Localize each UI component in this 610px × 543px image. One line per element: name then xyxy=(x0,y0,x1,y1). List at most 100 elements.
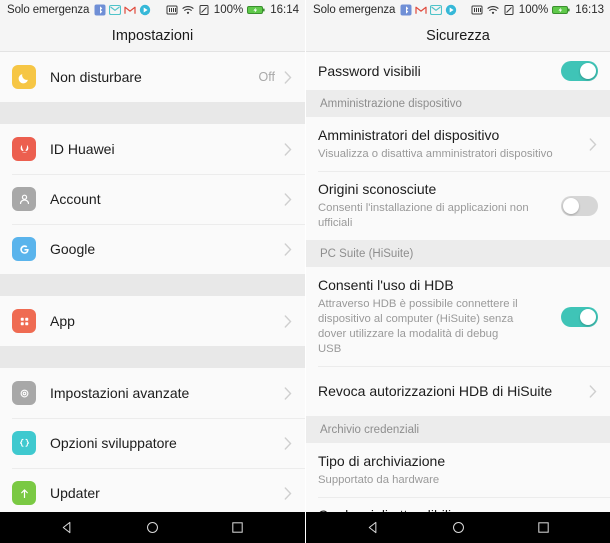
clock-label: 16:13 xyxy=(575,4,604,16)
account-person-icon xyxy=(12,187,36,211)
row-label: Tipo di archiviazione xyxy=(318,453,446,469)
section-header-pcsuite: PC Suite (HiSuite) xyxy=(306,240,610,267)
navigation-bar-left[interactable] xyxy=(0,512,305,543)
email-icon xyxy=(109,4,122,16)
carrier-label: Solo emergenza xyxy=(7,4,90,16)
row-amministratori-dispositivo[interactable]: Amministratori del dispositivo Visualizz… xyxy=(306,117,610,171)
chevron-right-icon xyxy=(586,384,600,398)
section-header-amministrazione: Amministrazione dispositivo xyxy=(306,90,610,117)
section-header-label: Archivio credenziali xyxy=(320,424,420,436)
chevron-right-icon xyxy=(281,242,295,256)
status-bar-left: Solo emergenza 100% 16:14 xyxy=(0,0,305,20)
page-title-settings: Impostazioni xyxy=(0,20,305,52)
status-bar-right: Solo emergenza 100% 16:13 xyxy=(306,0,610,20)
sidebar-item-label: Non disturbare xyxy=(50,68,142,85)
dual-screenshot: Solo emergenza 100% 16:14 Impostazioni N… xyxy=(0,0,610,543)
chevron-right-icon xyxy=(281,436,295,450)
play-store-icon xyxy=(140,4,151,16)
row-consenti-hdb[interactable]: Consenti l'uso di HDB Attraverso HDB è p… xyxy=(306,267,610,366)
page-title-label: Sicurezza xyxy=(426,28,490,44)
row-label: Revoca autorizzazioni HDB di HiSuite xyxy=(318,382,553,399)
settings-list[interactable]: Non disturbare Off ID Huawei Account Goo… xyxy=(0,52,305,512)
non-disturbare-value: Off xyxy=(258,70,275,84)
nfc-icon xyxy=(471,5,483,15)
home-circle-icon[interactable] xyxy=(451,520,466,535)
sidebar-item-impostazioni-avanzate[interactable]: Impostazioni avanzate xyxy=(0,368,305,418)
apps-grid-icon xyxy=(12,309,36,333)
chevron-right-icon xyxy=(281,386,295,400)
email-icon xyxy=(430,4,443,16)
moon-icon xyxy=(12,65,36,89)
battery-charging-icon xyxy=(552,6,570,14)
sidebar-item-id-huawei[interactable]: ID Huawei xyxy=(0,124,305,174)
origini-sconosciute-toggle[interactable] xyxy=(561,195,598,216)
list-spacer xyxy=(0,102,305,124)
home-circle-icon[interactable] xyxy=(145,520,160,535)
row-credenziali-attendibili[interactable]: Credenziali attendibili Visualizza certi… xyxy=(306,497,610,512)
sidebar-item-account[interactable]: Account xyxy=(0,174,305,224)
sidebar-item-app[interactable]: App xyxy=(0,296,305,346)
nfc-icon xyxy=(166,5,178,15)
row-label: Password visibili xyxy=(318,62,421,79)
chevron-right-icon xyxy=(281,70,295,84)
sidebar-item-label: App xyxy=(50,312,75,329)
row-label: Consenti l'uso di HDB xyxy=(318,277,454,293)
row-label: Credenziali attendibili xyxy=(318,507,451,512)
chevron-right-icon xyxy=(281,142,295,156)
navigation-bar-right[interactable] xyxy=(306,512,610,543)
row-origini-sconosciute[interactable]: Origini sconosciute Consenti l'installaz… xyxy=(306,171,610,240)
row-tipo-archiviazione[interactable]: Tipo di archiviazione Supportato da hard… xyxy=(306,443,610,497)
chevron-right-icon xyxy=(281,486,295,500)
sidebar-item-label: Google xyxy=(50,240,96,257)
chevron-right-icon xyxy=(281,314,295,328)
sidebar-item-opzioni-sviluppatore[interactable]: Opzioni sviluppatore xyxy=(0,418,305,468)
recents-square-icon[interactable] xyxy=(230,520,245,535)
sidebar-item-label: Account xyxy=(50,190,101,207)
bluetooth-share-icon xyxy=(400,4,412,16)
gmail-icon xyxy=(415,6,427,14)
battery-percent-label: 100% xyxy=(518,4,549,16)
phone-screen-settings: Solo emergenza 100% 16:14 Impostazioni N… xyxy=(0,0,305,543)
row-label: Origini sconosciute xyxy=(318,181,437,197)
sidebar-item-label: Impostazioni avanzate xyxy=(50,384,190,401)
row-password-visibili[interactable]: Password visibili xyxy=(306,52,610,90)
signal-icon xyxy=(504,5,514,15)
recents-square-icon[interactable] xyxy=(536,520,551,535)
sidebar-item-non-disturbare[interactable]: Non disturbare Off xyxy=(0,52,305,102)
phone-screen-security: Solo emergenza 100% 16:13 Sicurezza Pass… xyxy=(305,0,610,543)
page-title-label: Impostazioni xyxy=(111,28,194,44)
status-left-icons xyxy=(400,4,457,16)
play-store-icon xyxy=(446,4,457,16)
row-revoca-hdb[interactable]: Revoca autorizzazioni HDB di HiSuite xyxy=(306,366,610,416)
back-triangle-icon[interactable] xyxy=(60,520,75,535)
section-header-archivio-credenziali: Archivio credenziali xyxy=(306,416,610,443)
row-label: Amministratori del dispositivo xyxy=(318,127,500,143)
chevron-right-icon xyxy=(281,192,295,206)
sidebar-item-label: ID Huawei xyxy=(50,140,115,157)
carrier-label: Solo emergenza xyxy=(313,4,396,16)
back-triangle-icon[interactable] xyxy=(366,520,381,535)
row-subtitle: Supportato da hardware xyxy=(318,474,440,486)
section-header-label: PC Suite (HiSuite) xyxy=(320,248,414,260)
status-left-icons xyxy=(94,4,151,16)
wifi-icon xyxy=(182,6,194,14)
password-visibili-toggle[interactable] xyxy=(561,61,598,81)
sidebar-item-google[interactable]: Google xyxy=(0,224,305,274)
gmail-icon xyxy=(124,6,136,14)
chevron-right-icon xyxy=(586,137,600,151)
consenti-hdb-toggle[interactable] xyxy=(561,306,598,327)
row-subtitle: Consenti l'installazione di applicazioni… xyxy=(318,202,529,229)
gear-icon xyxy=(12,381,36,405)
clock-label: 16:14 xyxy=(270,4,299,16)
security-list[interactable]: Password visibili Amministrazione dispos… xyxy=(306,52,610,512)
braces-icon xyxy=(12,431,36,455)
list-spacer xyxy=(0,346,305,368)
battery-percent-label: 100% xyxy=(213,4,244,16)
google-g-icon xyxy=(12,237,36,261)
sidebar-item-updater[interactable]: Updater xyxy=(0,468,305,512)
section-header-label: Amministrazione dispositivo xyxy=(320,98,462,110)
page-title-security: Sicurezza xyxy=(306,20,610,52)
bluetooth-share-icon xyxy=(94,4,106,16)
wifi-icon xyxy=(487,6,499,14)
sidebar-item-label: Updater xyxy=(50,484,100,501)
